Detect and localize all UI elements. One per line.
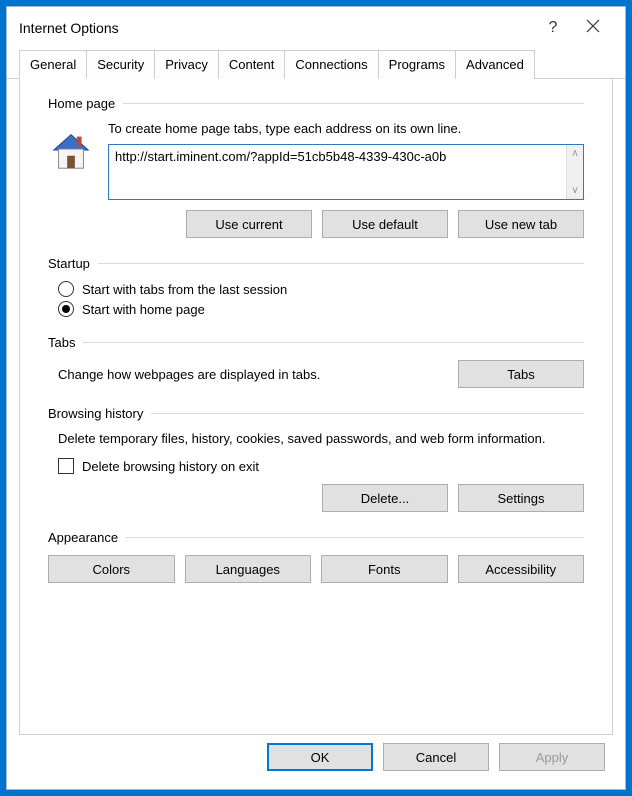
tab-content[interactable]: Content xyxy=(218,50,286,79)
dialog-buttons: OK Cancel Apply xyxy=(7,743,625,789)
tab-privacy[interactable]: Privacy xyxy=(154,50,219,79)
checkbox-icon xyxy=(58,458,74,474)
settings-button[interactable]: Settings xyxy=(458,484,584,512)
dialog-window: Internet Options ? General Security Priv… xyxy=(6,6,626,790)
appearance-section: Appearance Colors Languages Fonts Access… xyxy=(48,530,584,583)
tabs-section: Tabs Change how webpages are displayed i… xyxy=(48,335,584,388)
homepage-url-field[interactable]: ∧ ∨ xyxy=(108,144,584,200)
colors-button[interactable]: Colors xyxy=(48,555,175,583)
help-button[interactable]: ? xyxy=(533,19,573,37)
tab-strip: General Security Privacy Content Connect… xyxy=(7,49,625,79)
divider xyxy=(123,103,584,104)
delete-on-exit-option[interactable]: Delete browsing history on exit xyxy=(58,458,584,474)
tab-general[interactable]: General xyxy=(19,50,87,79)
use-current-button[interactable]: Use current xyxy=(186,210,312,238)
tabs-description: Change how webpages are displayed in tab… xyxy=(58,367,438,382)
checkbox-label: Delete browsing history on exit xyxy=(82,459,259,474)
history-label: Browsing history xyxy=(48,406,151,421)
accessibility-button[interactable]: Accessibility xyxy=(458,555,585,583)
divider xyxy=(83,342,584,343)
divider xyxy=(126,537,584,538)
divider xyxy=(151,413,584,414)
fonts-button[interactable]: Fonts xyxy=(321,555,448,583)
delete-button[interactable]: Delete... xyxy=(322,484,448,512)
titlebar: Internet Options ? xyxy=(7,7,625,49)
close-button[interactable] xyxy=(573,19,613,38)
homepage-label: Home page xyxy=(48,96,123,111)
divider xyxy=(98,263,584,264)
tab-programs[interactable]: Programs xyxy=(378,50,456,79)
startup-home-page-option[interactable]: Start with home page xyxy=(58,301,584,317)
tabs-section-label: Tabs xyxy=(48,335,83,350)
radio-label: Start with tabs from the last session xyxy=(82,282,287,297)
use-new-tab-button[interactable]: Use new tab xyxy=(458,210,584,238)
radio-icon xyxy=(58,281,74,297)
scroll-down-icon[interactable]: ∨ xyxy=(567,182,583,199)
tab-panel: Home page To create home page tabs, type… xyxy=(19,78,613,735)
scroll-up-icon[interactable]: ∧ xyxy=(567,145,583,162)
ok-button[interactable]: OK xyxy=(267,743,373,771)
tab-connections[interactable]: Connections xyxy=(284,50,378,79)
home-icon xyxy=(48,127,94,173)
radio-icon xyxy=(58,301,74,317)
history-description: Delete temporary files, history, cookies… xyxy=(58,431,584,446)
use-default-button[interactable]: Use default xyxy=(322,210,448,238)
history-section: Browsing history Delete temporary files,… xyxy=(48,406,584,512)
tab-advanced[interactable]: Advanced xyxy=(455,50,535,79)
homepage-description: To create home page tabs, type each addr… xyxy=(108,121,584,136)
homepage-section: Home page To create home page tabs, type… xyxy=(48,96,584,238)
appearance-label: Appearance xyxy=(48,530,126,545)
tab-security[interactable]: Security xyxy=(86,50,155,79)
homepage-url-input[interactable] xyxy=(109,145,566,199)
scrollbar[interactable]: ∧ ∨ xyxy=(566,145,583,199)
tabs-button[interactable]: Tabs xyxy=(458,360,584,388)
radio-label: Start with home page xyxy=(82,302,205,317)
languages-button[interactable]: Languages xyxy=(185,555,312,583)
window-title: Internet Options xyxy=(19,20,533,36)
startup-label: Startup xyxy=(48,256,98,271)
startup-last-session-option[interactable]: Start with tabs from the last session xyxy=(58,281,584,297)
cancel-button[interactable]: Cancel xyxy=(383,743,489,771)
startup-section: Startup Start with tabs from the last se… xyxy=(48,256,584,317)
apply-button[interactable]: Apply xyxy=(499,743,605,771)
